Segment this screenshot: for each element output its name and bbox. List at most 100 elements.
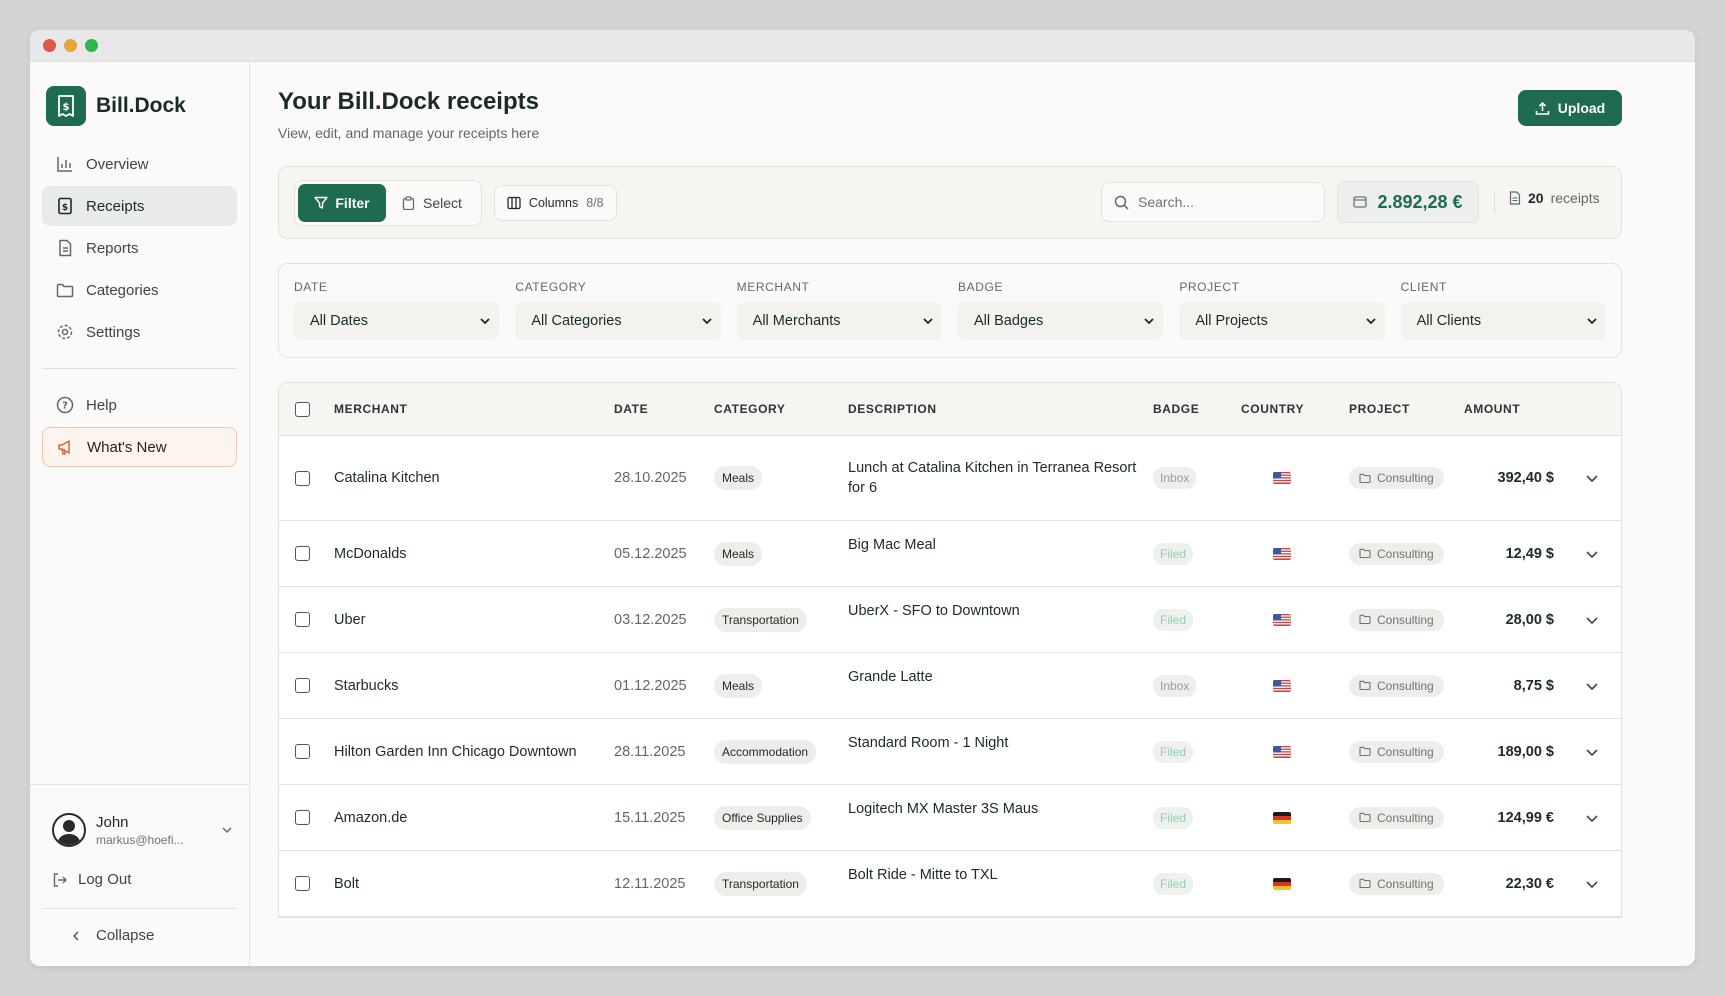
column-header-date[interactable]: DATE	[614, 402, 714, 416]
select-value: All Categories	[531, 313, 622, 329]
filter-merchant: MERCHANT All Merchants	[736, 280, 942, 357]
category-pill: Meals	[714, 541, 763, 566]
project-pill: Consulting	[1349, 608, 1444, 631]
avatar	[52, 813, 86, 847]
maximize-window-button[interactable]	[85, 39, 98, 52]
filter-icon	[314, 196, 329, 209]
search-icon	[1114, 195, 1129, 210]
wallet-icon	[1353, 196, 1368, 208]
main-content: Your Bill.Dock receipts View, edit, and …	[250, 62, 1695, 966]
project-pill: Consulting	[1349, 740, 1444, 763]
date-cell: 01.12.2025	[614, 677, 687, 694]
table-row[interactable]: Bolt 12.11.2025 Transportation Bolt Ride…	[279, 851, 1621, 917]
date-cell: 12.11.2025	[614, 875, 686, 892]
search-placeholder: Search...	[1138, 194, 1195, 210]
project-select[interactable]: All Projects	[1179, 302, 1385, 340]
table-row[interactable]: Uber 03.12.2025 Transportation UberX - S…	[279, 587, 1621, 653]
nav-item-categories[interactable]: Categories	[42, 270, 237, 310]
client-select[interactable]: All Clients	[1400, 302, 1606, 340]
column-header-badge[interactable]: BADGE	[1153, 402, 1241, 416]
column-header-merchant[interactable]: MERCHANT	[334, 402, 614, 416]
description-cell: Standard Room - 1 Night	[848, 735, 1009, 751]
project-name: Consulting	[1377, 678, 1434, 693]
select-all-checkbox[interactable]	[295, 401, 310, 417]
nav-item-label: Reports	[86, 239, 139, 257]
bar-chart-icon	[57, 157, 72, 172]
expand-chevron-icon[interactable]	[1585, 613, 1599, 627]
upload-label: Upload	[1557, 100, 1606, 116]
category-select[interactable]: All Categories	[515, 302, 721, 340]
folder-icon	[1359, 878, 1371, 889]
user-menu[interactable]: John markus@hoefi...	[30, 785, 249, 861]
column-header-country[interactable]: COUNTRY	[1241, 402, 1349, 416]
expand-chevron-icon[interactable]	[1585, 745, 1599, 759]
logout-button[interactable]: Log Out	[30, 861, 249, 908]
date-select[interactable]: All Dates	[294, 302, 500, 340]
document-icon	[59, 239, 72, 257]
column-header-amount[interactable]: AMOUNT	[1464, 402, 1554, 416]
expand-chevron-icon[interactable]	[1585, 877, 1599, 891]
brand[interactable]: $ Bill.Dock	[30, 62, 249, 144]
search-field[interactable]: Search...	[1101, 182, 1325, 222]
upload-button[interactable]: Upload	[1518, 90, 1622, 126]
table-row[interactable]: Amazon.de 15.11.2025 Office Supplies Log…	[279, 785, 1621, 851]
date-cell: 05.12.2025	[614, 545, 687, 562]
receipt-logo-icon: $	[46, 86, 86, 126]
nav-item-settings[interactable]: Settings	[42, 312, 237, 352]
chevron-left-icon	[72, 930, 79, 941]
category-pill: Meals	[714, 673, 763, 698]
filter-panel: DATE All Dates CATEGORY All Categories M…	[278, 263, 1622, 358]
table-row[interactable]: Hilton Garden Inn Chicago Downtown 28.11…	[279, 719, 1621, 785]
help-icon: ?	[56, 396, 74, 414]
table-row[interactable]: Starbucks 01.12.2025 Meals Grande Latte …	[279, 653, 1621, 719]
column-header-description[interactable]: DESCRIPTION	[848, 402, 1153, 416]
close-window-button[interactable]	[43, 39, 56, 52]
row-checkbox[interactable]	[295, 546, 310, 561]
expand-chevron-icon[interactable]	[1585, 547, 1599, 561]
select-button[interactable]: Select	[386, 184, 478, 222]
expand-chevron-icon[interactable]	[1585, 471, 1599, 485]
expand-chevron-icon[interactable]	[1585, 811, 1599, 825]
expand-chevron-icon[interactable]	[1585, 679, 1599, 693]
column-header-category[interactable]: CATEGORY	[714, 402, 848, 416]
columns-button[interactable]: Columns 8/8	[493, 184, 617, 221]
receipt-count-label: receipts	[1550, 190, 1600, 206]
row-checkbox[interactable]	[295, 470, 310, 486]
row-checkbox[interactable]	[295, 876, 310, 891]
date-cell: 28.10.2025	[614, 470, 687, 486]
table-row[interactable]: McDonalds 05.12.2025 Meals Big Mac Meal …	[279, 521, 1621, 587]
collapse-sidebar-button[interactable]: Collapse	[42, 908, 237, 966]
row-checkbox[interactable]	[295, 810, 310, 825]
row-checkbox[interactable]	[295, 612, 310, 627]
chevron-down-icon	[702, 318, 712, 325]
amount-cell: 8,75 $	[1513, 677, 1554, 694]
usa-flag-icon	[1273, 679, 1291, 692]
merchant-select[interactable]: All Merchants	[736, 302, 942, 340]
filter-button[interactable]: Filter	[298, 183, 386, 222]
nav-item-whats-new[interactable]: What's New	[42, 427, 237, 467]
row-checkbox[interactable]	[295, 678, 310, 693]
status-badge: Inbox	[1153, 674, 1197, 697]
column-header-project[interactable]: PROJECT	[1349, 402, 1464, 416]
filter-label: CATEGORY	[515, 280, 587, 294]
columns-label: Columns	[528, 195, 579, 210]
svg-text:?: ?	[62, 401, 68, 412]
app-window: $ Bill.Dock Overview $ Receipts Reports	[30, 30, 1695, 966]
germany-flag-icon	[1273, 877, 1291, 890]
folder-icon	[1359, 614, 1371, 625]
description-cell: Logitech MX Master 3S Maus	[848, 801, 1039, 817]
row-checkbox[interactable]	[295, 744, 310, 759]
nav-item-overview[interactable]: Overview	[42, 144, 237, 184]
minimize-window-button[interactable]	[64, 39, 77, 52]
select-value: All Badges	[973, 313, 1044, 329]
project-pill: Consulting	[1349, 542, 1444, 565]
select-label: Select	[423, 194, 462, 211]
badge-select[interactable]: All Badges	[957, 302, 1164, 340]
select-value: All Merchants	[752, 313, 841, 329]
columns-icon	[507, 196, 521, 209]
nav-item-receipts[interactable]: $ Receipts	[42, 186, 237, 226]
folder-icon	[56, 283, 74, 298]
nav-item-help[interactable]: ? Help	[42, 385, 237, 425]
table-row[interactable]: Catalina Kitchen 28.10.2025 Meals Lunch …	[279, 436, 1621, 521]
nav-item-reports[interactable]: Reports	[42, 228, 237, 268]
